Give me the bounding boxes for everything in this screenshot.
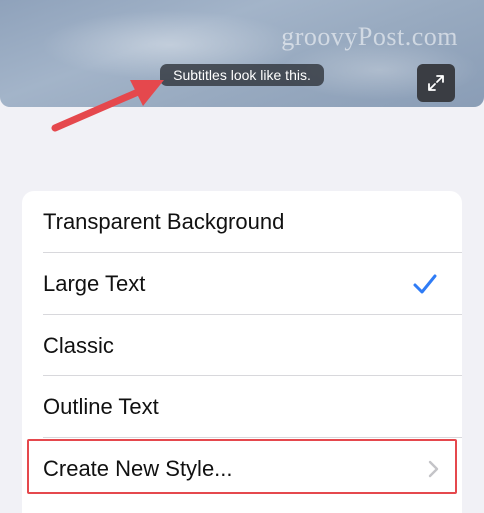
highlight-box bbox=[27, 439, 457, 494]
style-option-label: Classic bbox=[43, 333, 114, 358]
style-option-outline-text[interactable]: Outline Text bbox=[22, 376, 462, 438]
expand-arrows-icon bbox=[428, 75, 444, 91]
expand-button[interactable] bbox=[417, 64, 455, 102]
style-option-transparent-background[interactable]: Transparent Background bbox=[22, 191, 462, 253]
style-option-large-text[interactable]: Large Text bbox=[22, 253, 462, 315]
subtitle-sample: Subtitles look like this. bbox=[160, 64, 324, 86]
watermark: groovyPost.com bbox=[281, 22, 458, 51]
style-option-label: Outline Text bbox=[43, 394, 159, 419]
style-option-label: Large Text bbox=[43, 271, 146, 296]
style-option-classic[interactable]: Classic bbox=[22, 315, 462, 377]
style-option-label: Transparent Background bbox=[43, 209, 285, 234]
checkmark-icon bbox=[413, 274, 437, 294]
subtitle-preview: groovyPost.com Subtitles look like this. bbox=[0, 0, 484, 107]
